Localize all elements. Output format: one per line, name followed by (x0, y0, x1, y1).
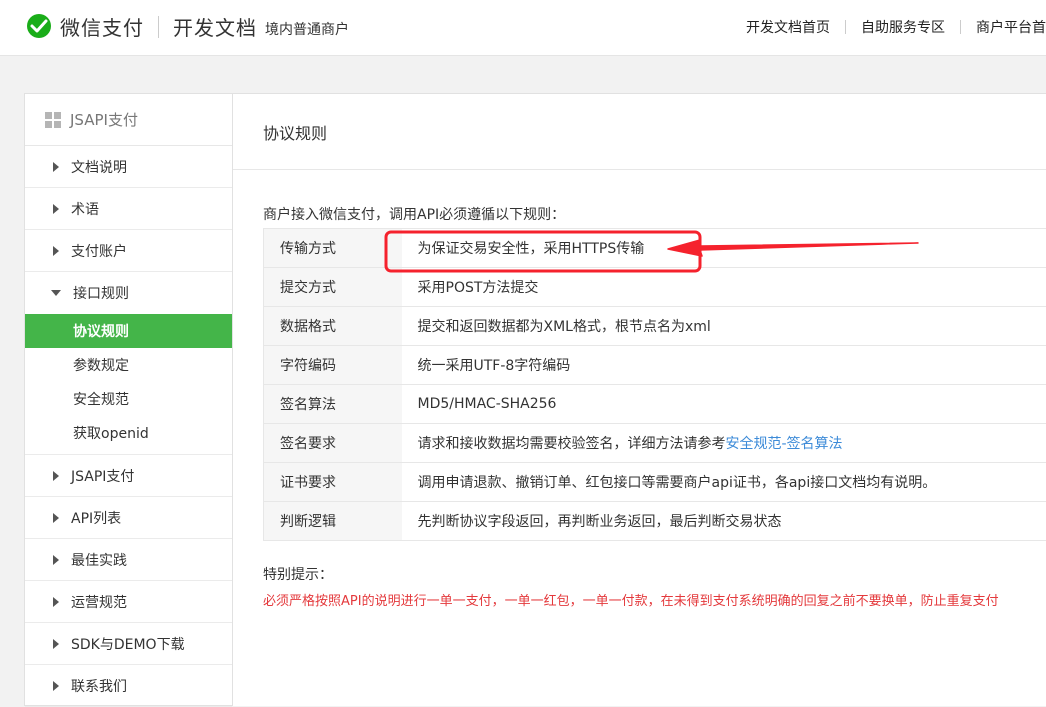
sidebar-item-label: API列表 (71, 508, 121, 528)
sidebar-item-label: 最佳实践 (71, 550, 127, 570)
rule-key: 签名算法 (264, 385, 402, 424)
nav-self-service[interactable]: 自助服务专区 (861, 17, 945, 37)
section-name: 开发文档 (173, 12, 257, 41)
signature-algorithm-link[interactable]: 安全规范-签名算法 (726, 436, 843, 452)
top-header: 微信支付 开发文档 境内普通商户 开发文档首页 自助服务专区 商户平台首 (0, 0, 1046, 56)
caret-right-icon (53, 513, 59, 523)
intro-text: 商户接入微信支付，调用API必须遵循以下规则： (263, 204, 565, 224)
sidebar-item-label: 文档说明 (71, 157, 127, 177)
table-row: 传输方式 为保证交易安全性，采用HTTPS传输 (264, 229, 1046, 268)
rule-value: 采用POST方法提交 (402, 268, 1046, 307)
brand-logo-group[interactable]: 微信支付 开发文档 境内普通商户 (24, 12, 349, 41)
rule-value: 提交和返回数据都为XML格式，根节点名为xml (402, 307, 1046, 346)
sidebar-subitem-openid[interactable]: 获取openid (25, 416, 232, 450)
rule-key: 判断逻辑 (264, 502, 402, 541)
sidebar-item-label: JSAPI支付 (71, 466, 134, 486)
sidebar-item-label: SDK与DEMO下载 (71, 634, 185, 654)
rule-key: 签名要求 (264, 424, 402, 463)
rule-value: 为保证交易安全性，采用HTTPS传输 (402, 229, 1046, 268)
sidebar-item-jsapi[interactable]: JSAPI支付 (25, 455, 232, 497)
rule-value: MD5/HMAC-SHA256 (402, 385, 1046, 424)
rule-value: 调用申请退款、撤销订单、红包接口等需要商户api证书，各api接口文档均有说明。 (402, 463, 1046, 502)
sidebar-item-label: 运营规范 (71, 592, 127, 612)
sidebar-subitem-protocol-rules[interactable]: 协议规则 (25, 314, 232, 348)
caret-right-icon (53, 681, 59, 691)
sidebar-title-label: JSAPI支付 (70, 109, 138, 130)
grid-icon (45, 112, 61, 128)
table-row: 签名要求 请求和接收数据均需要校验签名，详细方法请参考安全规范-签名算法 (264, 424, 1046, 463)
nav-divider (960, 20, 961, 34)
sidebar-group-interface-rules: 接口规则 协议规则 参数规定 安全规范 获取openid (25, 272, 232, 455)
caret-down-icon (51, 290, 61, 296)
table-row: 签名算法 MD5/HMAC-SHA256 (264, 385, 1046, 424)
sidebar-subitem-param-rules[interactable]: 参数规定 (25, 348, 232, 382)
rule-value: 统一采用UTF-8字符编码 (402, 346, 1046, 385)
sidebar-item-account[interactable]: 支付账户 (25, 230, 232, 272)
sidebar-item-label: 术语 (71, 199, 99, 219)
sidebar-item-interface-rules[interactable]: 接口规则 (25, 272, 232, 314)
table-row: 证书要求 调用申请退款、撤销订单、红包接口等需要商户api证书，各api接口文档… (264, 463, 1046, 502)
nav-docs-home[interactable]: 开发文档首页 (746, 17, 830, 37)
caret-right-icon (53, 555, 59, 565)
rule-value: 先判断协议字段返回，再判断业务返回，最后判断交易状态 (402, 502, 1046, 541)
rule-key: 字符编码 (264, 346, 402, 385)
table-row: 提交方式 采用POST方法提交 (264, 268, 1046, 307)
table-row: 判断逻辑 先判断协议字段返回，再判断业务返回，最后判断交易状态 (264, 502, 1046, 541)
rule-key: 传输方式 (264, 229, 402, 268)
nav-divider (845, 20, 846, 34)
special-tip-text: 必须严格按照API的说明进行一单一支付，一单一红包，一单一付款，在未得到支付系统… (263, 590, 999, 609)
brand-name: 微信支付 (60, 12, 144, 41)
top-nav: 开发文档首页 自助服务专区 商户平台首 (746, 17, 1046, 37)
sidebar-item-best-practice[interactable]: 最佳实践 (25, 539, 232, 581)
rules-table: 传输方式 为保证交易安全性，采用HTTPS传输 提交方式 采用POST方法提交 … (263, 228, 1046, 541)
sidebar-item-contact[interactable]: 联系我们 (25, 665, 232, 707)
sidebar-item-api-list[interactable]: API列表 (25, 497, 232, 539)
main-content: 协议规则 商户接入微信支付，调用API必须遵循以下规则： 传输方式 为保证交易安… (233, 93, 1046, 706)
rule-key: 提交方式 (264, 268, 402, 307)
table-row: 字符编码 统一采用UTF-8字符编码 (264, 346, 1046, 385)
rule-key: 证书要求 (264, 463, 402, 502)
table-row: 数据格式 提交和返回数据都为XML格式，根节点名为xml (264, 307, 1046, 346)
sidebar-title[interactable]: JSAPI支付 (25, 94, 232, 146)
sidebar-item-label: 支付账户 (71, 241, 127, 261)
sidebar-item-label: 联系我们 (71, 676, 127, 696)
sidebar-item-label: 接口规则 (73, 283, 129, 303)
rule-key: 数据格式 (264, 307, 402, 346)
caret-right-icon (53, 639, 59, 649)
rule-value-cell: 请求和接收数据均需要校验签名，详细方法请参考安全规范-签名算法 (402, 424, 1046, 463)
caret-right-icon (53, 597, 59, 607)
caret-right-icon (53, 204, 59, 214)
sidebar-item-terms[interactable]: 术语 (25, 188, 232, 230)
caret-right-icon (53, 162, 59, 172)
rule-value: 请求和接收数据均需要校验签名，详细方法请参考 (418, 436, 726, 452)
brand-divider (158, 16, 159, 38)
wechat-pay-logo-icon (24, 14, 54, 40)
sidebar-item-operation[interactable]: 运营规范 (25, 581, 232, 623)
merchant-type-tag: 境内普通商户 (265, 19, 349, 39)
sidebar-item-docs[interactable]: 文档说明 (25, 146, 232, 188)
caret-right-icon (53, 471, 59, 481)
special-tip-title: 特别提示： (263, 564, 333, 584)
nav-merchant-platform[interactable]: 商户平台首 (976, 17, 1046, 37)
doc-sidebar: JSAPI支付 文档说明 术语 支付账户 接口规则 协议规则 参数规定 安全规范… (24, 93, 233, 706)
sidebar-item-sdk-demo[interactable]: SDK与DEMO下载 (25, 623, 232, 665)
page-title: 协议规则 (233, 94, 1046, 170)
sidebar-subitem-security[interactable]: 安全规范 (25, 382, 232, 416)
caret-right-icon (53, 246, 59, 256)
